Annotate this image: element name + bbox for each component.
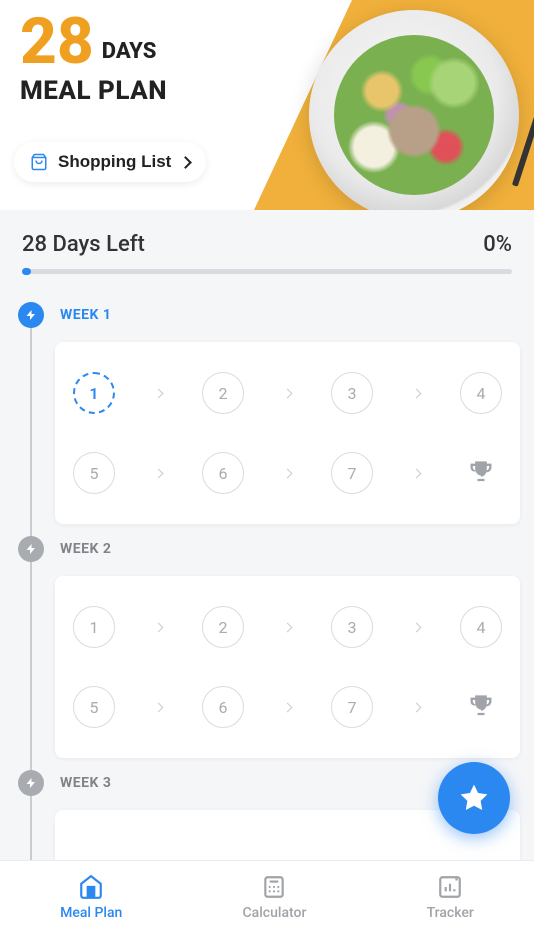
week-header: WEEK 1 — [0, 302, 534, 328]
bolt-icon — [25, 543, 37, 555]
progress-row: 28 Days Left 0% — [0, 210, 534, 269]
chevron-right-icon — [412, 622, 422, 632]
day-3[interactable]: 3 — [331, 606, 373, 648]
chevron-right-icon — [154, 702, 164, 712]
chevron-right-icon — [154, 388, 164, 398]
day-7[interactable]: 7 — [331, 452, 373, 494]
shopping-list-button[interactable]: Shopping List — [14, 142, 206, 182]
nav-meal-plan[interactable]: Meal Plan — [60, 874, 122, 921]
week-marker-inactive — [18, 536, 44, 562]
chevron-right-icon — [154, 622, 164, 632]
meal-plan-icon — [78, 874, 104, 900]
days-number: 28 — [20, 10, 94, 74]
day-1[interactable]: 1 — [73, 606, 115, 648]
week-1: WEEK 1 1 2 3 4 5 6 7 — [0, 302, 534, 524]
trophy-icon — [460, 686, 502, 728]
week-label: WEEK 3 — [60, 775, 111, 791]
bolt-icon — [25, 309, 37, 321]
week-label: WEEK 1 — [60, 307, 111, 323]
week-marker-inactive — [18, 770, 44, 796]
nav-calculator[interactable]: Calculator — [243, 874, 307, 921]
day-6[interactable]: 6 — [202, 686, 244, 728]
nav-label: Tracker — [427, 905, 474, 921]
week-card: 1 2 3 4 5 6 7 — [55, 576, 520, 758]
nav-tracker[interactable]: Tracker — [427, 874, 474, 921]
day-7[interactable]: 7 — [331, 686, 373, 728]
chevron-right-icon — [283, 388, 293, 398]
shopping-bag-icon — [30, 153, 48, 171]
shopping-list-label: Shopping List — [58, 152, 171, 172]
favorite-fab[interactable] — [438, 762, 510, 834]
week-card: 1 2 3 4 5 6 7 — [55, 342, 520, 524]
day-1[interactable]: 1 — [73, 372, 115, 414]
day-4[interactable]: 4 — [460, 606, 502, 648]
days-label: DAYS — [102, 39, 157, 64]
progress-percent: 0% — [483, 232, 512, 257]
meal-plate-image — [309, 10, 519, 210]
tracker-icon — [437, 874, 463, 900]
chevron-right-icon — [412, 468, 422, 478]
day-4[interactable]: 4 — [460, 372, 502, 414]
meal-plan-title: MEAL PLAN — [20, 76, 167, 106]
chevron-right-icon — [283, 622, 293, 632]
week-header: WEEK 2 — [0, 536, 534, 562]
chevron-right-icon — [283, 702, 293, 712]
day-3[interactable]: 3 — [331, 372, 373, 414]
chevron-right-icon — [283, 468, 293, 478]
week-2: WEEK 2 1 2 3 4 5 6 7 — [0, 536, 534, 758]
day-2[interactable]: 2 — [202, 372, 244, 414]
bottom-nav: Meal Plan Calculator Tracker — [0, 860, 534, 950]
calculator-icon — [261, 874, 287, 900]
day-5[interactable]: 5 — [73, 686, 115, 728]
day-2[interactable]: 2 — [202, 606, 244, 648]
chevron-right-icon — [179, 156, 192, 169]
trophy-icon — [460, 452, 502, 494]
days-left-label: 28 Days Left — [22, 232, 145, 257]
chevron-right-icon — [412, 702, 422, 712]
day-6[interactable]: 6 — [202, 452, 244, 494]
star-icon — [458, 782, 490, 814]
nav-label: Calculator — [243, 905, 307, 921]
chevron-right-icon — [412, 388, 422, 398]
week-label: WEEK 2 — [60, 541, 111, 557]
day-5[interactable]: 5 — [73, 452, 115, 494]
header-banner: 28 DAYS MEAL PLAN Shopping List — [0, 0, 534, 210]
nav-label: Meal Plan — [60, 905, 122, 921]
chevron-right-icon — [154, 468, 164, 478]
week-marker-active — [18, 302, 44, 328]
bolt-icon — [25, 777, 37, 789]
